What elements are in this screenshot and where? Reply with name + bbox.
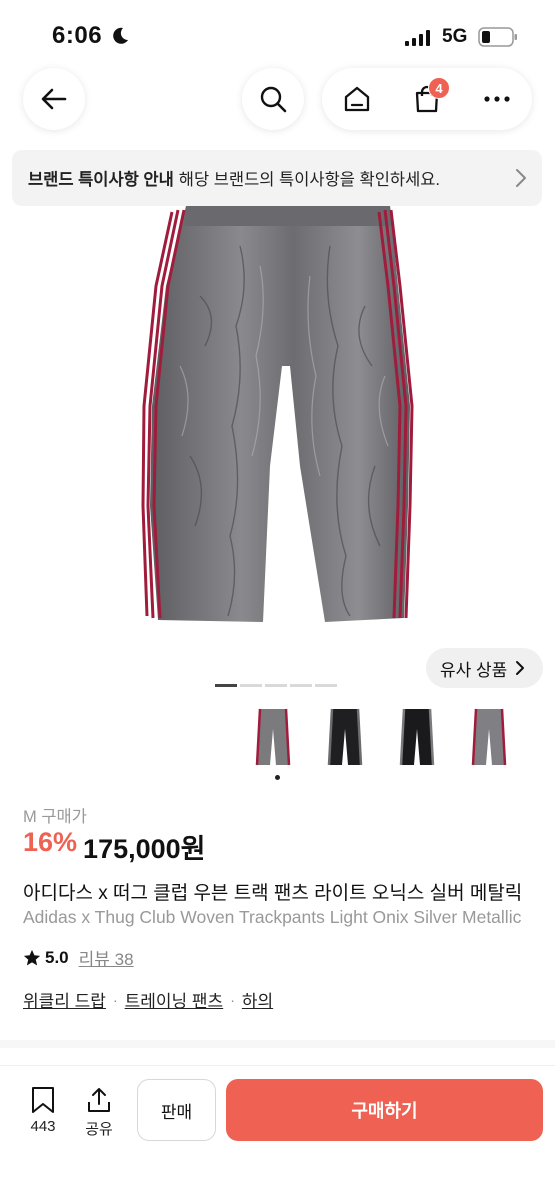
share-icon <box>88 1088 110 1112</box>
category-breadcrumb: 위클리 드랍 · 트레이닝 팬츠 · 하의 <box>23 987 273 1012</box>
notice-text: 해당 브랜드의 특이사항을 확인하세요. <box>178 171 441 189</box>
thumbnail-3[interactable] <box>386 705 448 769</box>
bookmark-icon <box>32 1087 54 1113</box>
similar-products-button[interactable]: 유사 상품 <box>426 648 543 688</box>
thumbnail-image <box>399 708 435 766</box>
save-count: 443 <box>30 1118 56 1135</box>
category-link-2[interactable]: 트레이닝 팬츠 <box>125 987 224 1012</box>
sell-button[interactable]: 판매 <box>137 1079 216 1141</box>
save-button[interactable]: 443 <box>23 1086 63 1135</box>
chevron-right-icon <box>516 169 526 187</box>
rating-row: 5.0 리뷰 38 <box>23 945 134 970</box>
page-dot-3 <box>265 684 287 687</box>
thumbnail-4[interactable] <box>458 705 520 769</box>
star-icon <box>23 949 41 965</box>
status-bar: 6:06 5G <box>0 0 555 70</box>
product-title-korean: 아디다스 x 떠그 클럽 우븐 트랙 팬츠 라이트 오닉스 실버 메탈릭 <box>23 883 523 904</box>
page-dot-1 <box>215 684 237 687</box>
breadcrumb-separator: · <box>112 991 118 1008</box>
bottom-action-bar: 443 공유 판매 구매하기 <box>0 1065 555 1200</box>
category-link-1[interactable]: 위클리 드랍 <box>23 987 106 1012</box>
share-button[interactable]: 공유 <box>79 1086 119 1139</box>
category-link-3[interactable]: 하의 <box>242 987 273 1012</box>
home-button[interactable] <box>322 68 392 130</box>
price-row: 16% 175,000원 <box>23 827 206 866</box>
network-label: 5G <box>442 26 468 47</box>
back-button[interactable] <box>23 68 85 130</box>
product-image-carousel[interactable] <box>0 206 555 676</box>
section-divider <box>0 1040 555 1048</box>
thumbnail-image <box>327 708 363 766</box>
thumbnail-2[interactable] <box>314 705 376 769</box>
battery-icon <box>478 27 517 47</box>
size-price-label: M 구매가 <box>23 808 87 826</box>
page-dot-4 <box>290 684 312 687</box>
thumbnail-image <box>255 708 291 766</box>
brand-notice-banner[interactable]: 브랜드 특이사항 안내 해당 브랜드의 특이사항을 확인하세요. <box>12 150 542 206</box>
share-label: 공유 <box>85 1121 113 1138</box>
buy-button[interactable]: 구매하기 <box>226 1079 543 1141</box>
search-icon <box>260 86 287 113</box>
breadcrumb-separator: · <box>230 991 235 1008</box>
chevron-right-icon <box>516 661 525 675</box>
thumbnail-image <box>471 708 507 766</box>
page-dot-5 <box>315 684 337 687</box>
selected-thumbnail-indicator <box>275 775 280 780</box>
home-icon <box>344 86 370 112</box>
cart-button[interactable] <box>392 68 462 130</box>
product-title-english: Adidas x Thug Club Woven Trackpants Ligh… <box>23 907 522 927</box>
back-arrow-icon <box>41 88 67 110</box>
more-dots-icon <box>484 96 510 102</box>
page-dot-2 <box>240 684 262 687</box>
product-image <box>141 206 414 622</box>
moon-icon <box>113 27 128 44</box>
rating-score: 5.0 <box>45 947 69 967</box>
thumbnail-1[interactable] <box>242 705 304 769</box>
cart-count-badge: 4 <box>428 77 450 99</box>
status-time: 6:06 <box>52 22 103 49</box>
nav-action-group <box>322 68 532 130</box>
price: 175,000원 <box>83 834 206 864</box>
reviews-link[interactable]: 리뷰 38 <box>79 945 134 970</box>
signal-icon <box>405 30 430 46</box>
search-button[interactable] <box>242 68 304 130</box>
thumbnail-strip <box>242 705 520 769</box>
discount-rate: 16% <box>23 827 78 857</box>
notice-title: 브랜드 특이사항 안내 <box>28 171 174 189</box>
carousel-page-indicator <box>215 684 337 687</box>
more-button[interactable] <box>462 68 532 130</box>
similar-products-label: 유사 상품 <box>440 660 508 680</box>
